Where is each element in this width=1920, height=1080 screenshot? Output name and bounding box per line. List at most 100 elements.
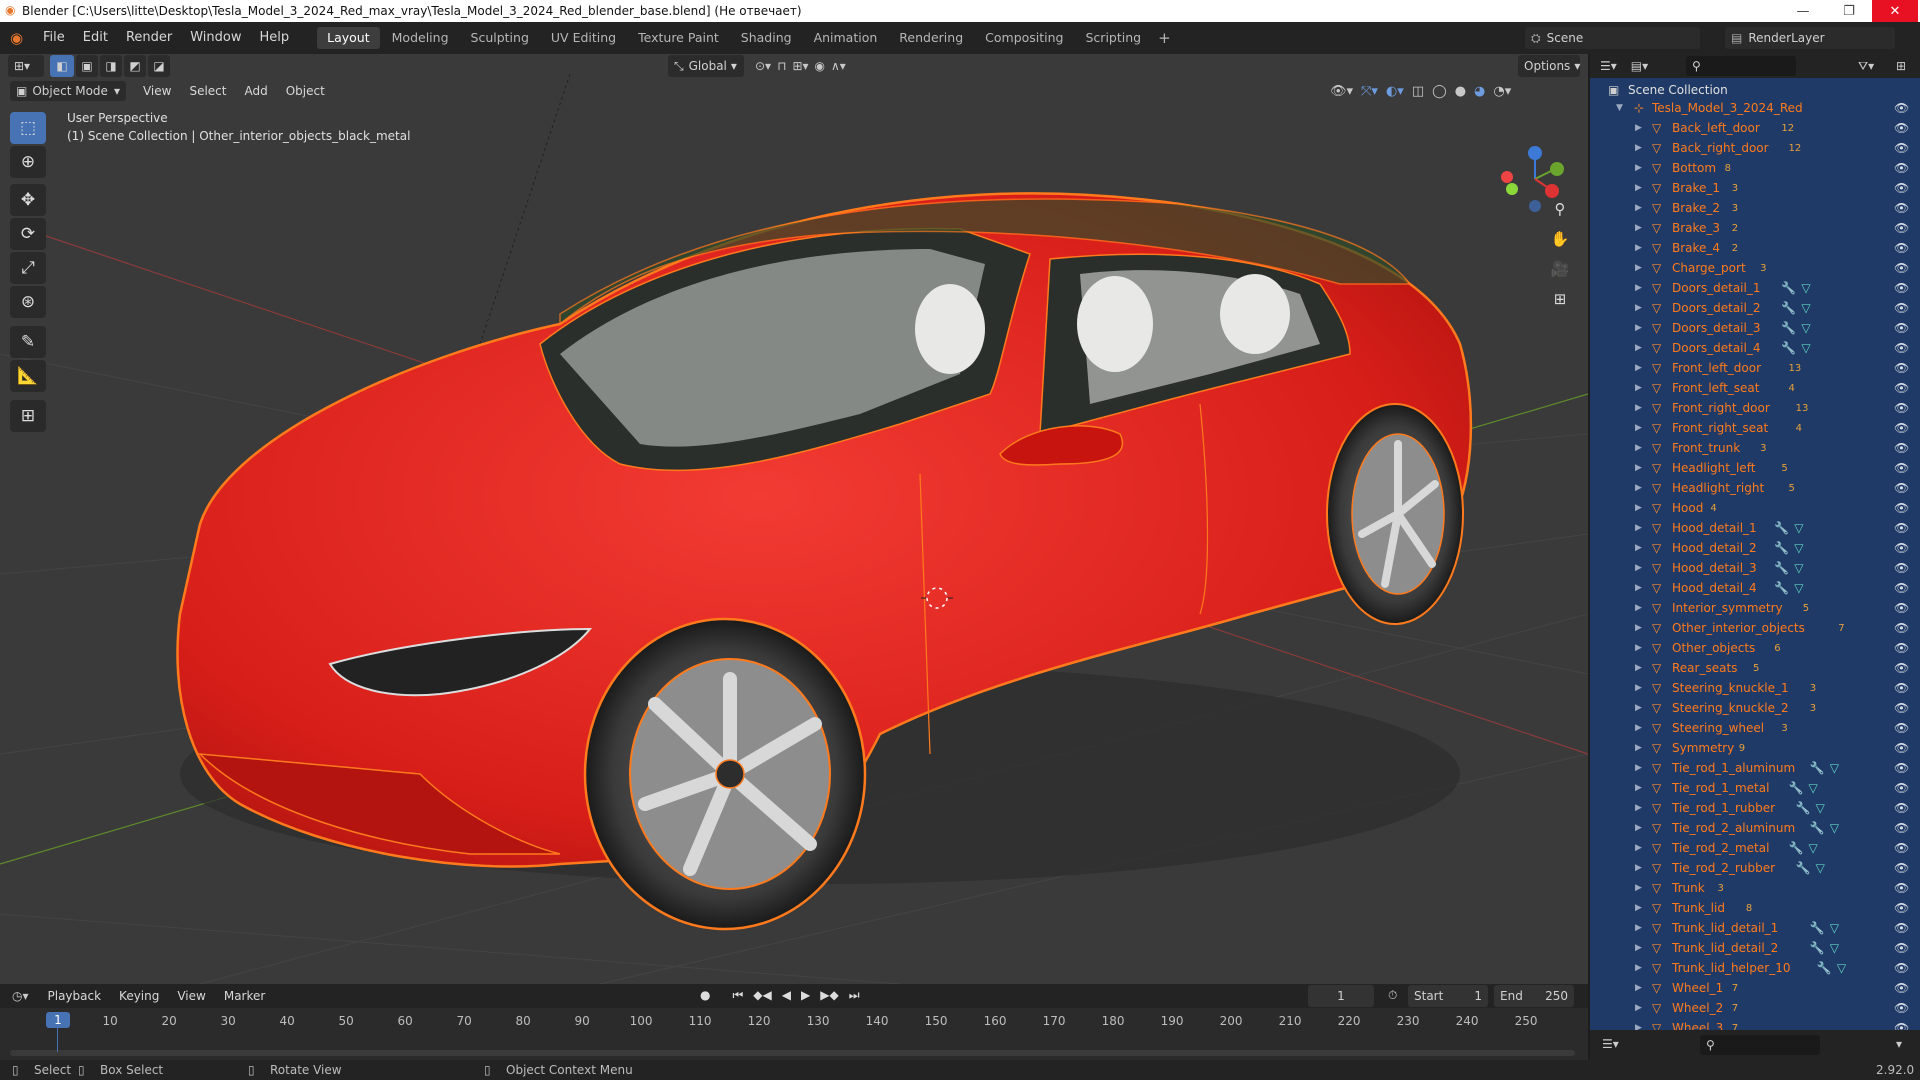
outliner-row[interactable]: ▶ ▽ Tie_rod_1_aluminum 🔧 ▽ 👁 [1590, 758, 1920, 778]
visibility-eye-icon[interactable]: 👁 [1894, 981, 1909, 995]
visibility-eye-icon[interactable]: 👁 [1894, 661, 1909, 675]
transform-orientation-dropdown[interactable]: ⤡ Global ▾ [668, 55, 744, 77]
expand-arrow-icon[interactable]: ▼ [1616, 103, 1623, 113]
outliner-row[interactable]: ▶ ▽ Front_right_seat 4 👁 [1590, 418, 1920, 438]
outliner-row[interactable]: ▶ ▽ Symmetry 9 👁 [1590, 738, 1920, 758]
visibility-eye-icon[interactable]: 👁 [1894, 461, 1909, 475]
outliner-scene-collection[interactable]: ▣ Scene Collection [1590, 80, 1920, 100]
display-mode-icon[interactable]: ▤▾ [1631, 59, 1648, 73]
expand-arrow-icon[interactable]: ▶ [1635, 683, 1642, 693]
visibility-eye-icon[interactable]: 👁 [1894, 641, 1909, 655]
visibility-eye-icon[interactable]: 👁 [1894, 301, 1909, 315]
outliner-row[interactable]: ▶ ▽ Wheel_1 7 👁 [1590, 978, 1920, 998]
outliner-row[interactable]: ▶ ▽ Front_right_door 13 👁 [1590, 398, 1920, 418]
next-keyframe-icon[interactable]: ▶◆ [820, 988, 838, 1003]
expand-arrow-icon[interactable]: ▶ [1635, 123, 1642, 133]
wrench-modifier-icon[interactable]: 🔧 [1774, 521, 1789, 535]
mesh-data-icon[interactable]: ▽ [1809, 841, 1818, 855]
visibility-eye-icon[interactable]: 👁 [1894, 481, 1909, 495]
snap-target-icon[interactable]: ⊞▾ [792, 59, 808, 73]
outliner-row[interactable]: ▶ ▽ Hood_detail_2 🔧 ▽ 👁 [1590, 538, 1920, 558]
outliner-row[interactable]: ▶ ▽ Front_trunk 3 👁 [1590, 438, 1920, 458]
select-new-icon[interactable]: ▣ [76, 55, 98, 77]
mesh-data-icon[interactable]: ▽ [1830, 821, 1839, 835]
tab-texture-paint[interactable]: Texture Paint [628, 27, 729, 49]
expand-arrow-icon[interactable]: ▶ [1635, 203, 1642, 213]
properties-search-input[interactable]: ⚲ [1700, 1035, 1820, 1055]
visibility-eye-icon[interactable]: 👁 [1894, 281, 1909, 295]
outliner-row[interactable]: ▶ ▽ Rear_seats 5 👁 [1590, 658, 1920, 678]
tab-layout[interactable]: Layout [317, 27, 380, 49]
expand-arrow-icon[interactable]: ▶ [1635, 383, 1642, 393]
mesh-data-icon[interactable]: ▽ [1801, 281, 1810, 295]
expand-arrow-icon[interactable]: ▶ [1635, 743, 1642, 753]
solid-shading-icon[interactable]: ● [1455, 84, 1466, 99]
expand-arrow-icon[interactable]: ▶ [1635, 983, 1642, 993]
expand-arrow-icon[interactable]: ▶ [1635, 583, 1642, 593]
jump-start-icon[interactable]: ⏮ [732, 988, 743, 1003]
mesh-data-icon[interactable]: ▽ [1794, 521, 1803, 535]
tab-uv-editing[interactable]: UV Editing [541, 27, 626, 49]
chevron-down-icon[interactable]: ▾ [1896, 1037, 1902, 1051]
outliner-row[interactable]: ▶ ▽ Back_left_door 12 👁 [1590, 118, 1920, 138]
cursor-tool-icon[interactable]: ⊕ [10, 146, 46, 178]
outliner-row[interactable]: ▶ ▽ Steering_wheel 3 👁 [1590, 718, 1920, 738]
expand-arrow-icon[interactable]: ▶ [1635, 343, 1642, 353]
close-icon[interactable]: ✕ [1872, 0, 1918, 22]
expand-arrow-icon[interactable]: ▶ [1635, 963, 1642, 973]
mesh-data-icon[interactable]: ▽ [1837, 961, 1846, 975]
expand-arrow-icon[interactable]: ▶ [1635, 563, 1642, 573]
expand-arrow-icon[interactable]: ▶ [1635, 603, 1642, 613]
visibility-eye-icon[interactable]: 👁 [1894, 561, 1909, 575]
mesh-data-icon[interactable]: ▽ [1830, 941, 1839, 955]
outliner-row[interactable]: ▶ ▽ Steering_knuckle_2 3 👁 [1590, 698, 1920, 718]
expand-arrow-icon[interactable]: ▶ [1635, 663, 1642, 673]
expand-arrow-icon[interactable]: ▶ [1635, 863, 1642, 873]
outliner-row[interactable]: ▶ ▽ Doors_detail_3 🔧 ▽ 👁 [1590, 318, 1920, 338]
visibility-eye-icon[interactable]: 👁 [1894, 241, 1909, 255]
visibility-eye-icon[interactable]: 👁 [1894, 201, 1909, 215]
menu-render[interactable]: Render [117, 22, 181, 54]
visibility-eye-icon[interactable]: 👁 [1894, 961, 1909, 975]
expand-arrow-icon[interactable]: ▶ [1635, 923, 1642, 933]
mesh-data-icon[interactable]: ▽ [1816, 861, 1825, 875]
start-frame-field[interactable]: Start 1 [1408, 985, 1488, 1007]
outliner-row[interactable]: ▶ ▽ Headlight_left 5 👁 [1590, 458, 1920, 478]
visibility-eye-icon[interactable]: 👁 [1894, 601, 1909, 615]
tab-animation[interactable]: Animation [804, 27, 888, 49]
outliner-search-input[interactable]: ⚲ [1686, 56, 1796, 76]
mesh-data-icon[interactable]: ▽ [1801, 321, 1810, 335]
expand-arrow-icon[interactable]: ▶ [1635, 463, 1642, 473]
outliner-row[interactable]: ▶ ▽ Tie_rod_2_rubber 🔧 ▽ 👁 [1590, 858, 1920, 878]
viewport-menu-view[interactable]: View [134, 81, 180, 101]
visibility-eye-icon[interactable]: 👁 [1894, 721, 1909, 735]
minimize-icon[interactable]: — [1780, 0, 1826, 22]
pivot-icon[interactable]: ⊙▾ [755, 59, 771, 73]
menu-file[interactable]: File [34, 22, 74, 54]
viewport-menu-object[interactable]: Object [277, 81, 334, 101]
viewport-menu-add[interactable]: Add [235, 81, 276, 101]
visibility-eye-icon[interactable]: 👁 [1894, 861, 1909, 875]
wrench-modifier-icon[interactable]: 🔧 [1774, 541, 1789, 555]
expand-arrow-icon[interactable]: ▶ [1635, 843, 1642, 853]
tab-compositing[interactable]: Compositing [975, 27, 1073, 49]
visibility-eye-icon[interactable]: 👁 [1894, 681, 1909, 695]
visibility-eye-icon[interactable]: 👁 [1894, 541, 1909, 555]
visibility-eye-icon[interactable]: 👁 [1894, 521, 1909, 535]
material-shading-icon[interactable]: ◕ [1474, 84, 1485, 99]
visibility-eye-icon[interactable]: 👁 [1894, 101, 1909, 115]
mesh-data-icon[interactable]: ▽ [1830, 921, 1839, 935]
playhead-marker[interactable]: 1 [46, 1012, 70, 1028]
tab-sculpting[interactable]: Sculpting [461, 27, 539, 49]
outliner-row[interactable]: ▶ ▽ Front_left_seat 4 👁 [1590, 378, 1920, 398]
add-workspace-icon[interactable]: + [1158, 29, 1171, 47]
annotate-tool-icon[interactable]: ✎ [10, 326, 46, 358]
camera-view-icon[interactable]: 🎥 [1546, 256, 1574, 282]
outliner-collection-row[interactable]: ▼ ⊹ Tesla_Model_3_2024_Red 👁 [1590, 98, 1920, 118]
outliner-row[interactable]: ▶ ▽ Doors_detail_4 🔧 ▽ 👁 [1590, 338, 1920, 358]
prev-keyframe-icon[interactable]: ◆◀ [753, 988, 771, 1003]
timeline-menu-marker[interactable]: Marker [215, 984, 274, 1008]
menu-window[interactable]: Window [181, 22, 250, 54]
gizmo-icon[interactable]: ⤧▾ [1361, 84, 1378, 99]
mesh-data-icon[interactable]: ▽ [1816, 801, 1825, 815]
